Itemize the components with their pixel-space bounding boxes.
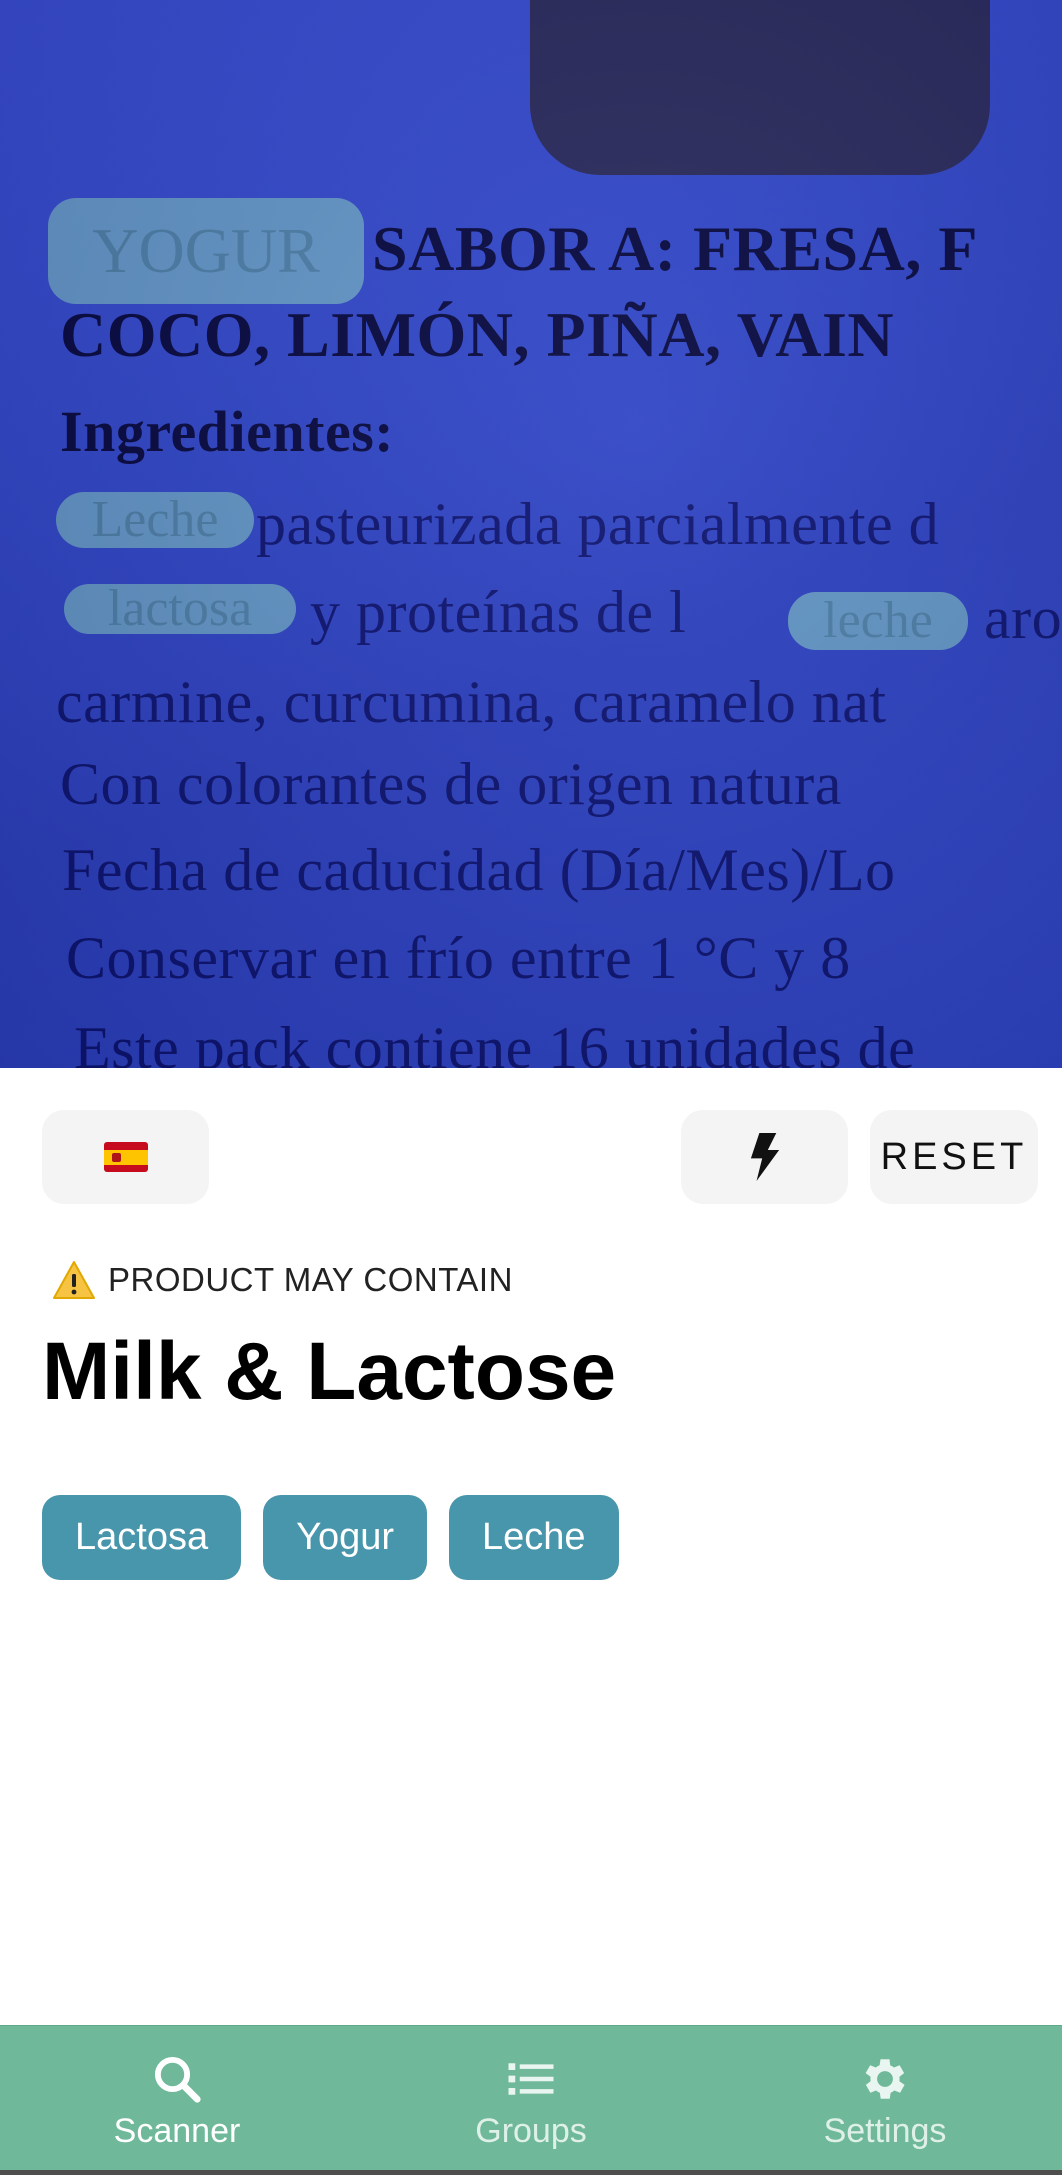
system-nav-line bbox=[0, 2170, 1062, 2175]
ocr-line: SABOR A: FRESA, F bbox=[372, 213, 978, 284]
ocr-line: Fecha de caducidad (Día/Mes)/Lo bbox=[62, 837, 896, 903]
ocr-line: Con colorantes de origen natura bbox=[60, 751, 842, 817]
allergen-highlight[interactable]: YOGUR bbox=[48, 198, 364, 304]
ocr-line: COCO, LIMÓN, PIÑA, VAIN bbox=[60, 299, 895, 370]
nav-label: Scanner bbox=[113, 2111, 241, 2150]
allergen-highlight[interactable]: lactosa bbox=[64, 584, 296, 634]
list-icon bbox=[508, 2062, 554, 2095]
ocr-line: pasteurizada parcialmente d bbox=[256, 491, 940, 557]
ocr-line: Conservar en frío entre 1 °C y 8 bbox=[66, 925, 851, 991]
ocr-line: carmine, curcumina, caramelo nat bbox=[56, 669, 887, 735]
language-button[interactable] bbox=[42, 1110, 209, 1204]
reset-button[interactable]: RESET bbox=[870, 1110, 1038, 1204]
bottom-navigation: Scanner Groups Settings bbox=[0, 2025, 1062, 2175]
ocr-line: aro bbox=[984, 585, 1062, 651]
reset-label: RESET bbox=[880, 1135, 1028, 1178]
allergen-highlight[interactable]: Leche bbox=[56, 492, 254, 548]
gear-icon bbox=[865, 2058, 905, 2099]
highlight-text: Leche bbox=[91, 492, 219, 548]
search-icon bbox=[154, 2056, 201, 2103]
nav-item-settings[interactable]: Settings bbox=[708, 2026, 1062, 2175]
ocr-line: Este pack contiene 16 unidades de bbox=[74, 1015, 916, 1068]
allergen-chips: Lactosa Yogur Leche bbox=[42, 1495, 619, 1580]
allergen-highlight[interactable]: leche bbox=[788, 592, 968, 650]
warning-label: PRODUCT MAY CONTAIN bbox=[108, 1261, 513, 1298]
nav-item-groups[interactable]: Groups bbox=[354, 2026, 708, 2175]
spain-flag-icon bbox=[103, 1142, 148, 1172]
highlight-text: leche bbox=[823, 592, 933, 649]
app-screen: SABOR A: FRESA, F COCO, LIMÓN, PIÑA, VAI… bbox=[0, 0, 1062, 2175]
allergen-chip[interactable]: Lactosa bbox=[42, 1495, 242, 1580]
highlight-text: YOGUR bbox=[92, 215, 320, 286]
flash-icon bbox=[750, 1133, 779, 1181]
ocr-line: Ingredientes: bbox=[60, 399, 395, 464]
flash-button[interactable] bbox=[681, 1110, 848, 1204]
highlight-text: lactosa bbox=[107, 584, 253, 634]
nav-item-scanner[interactable]: Scanner bbox=[0, 2026, 354, 2175]
allergen-group-title: Milk & Lactose bbox=[42, 1326, 617, 1417]
allergen-chip[interactable]: Yogur bbox=[263, 1495, 428, 1580]
allergen-chip[interactable]: Leche bbox=[449, 1495, 619, 1580]
camera-preview[interactable]: SABOR A: FRESA, F COCO, LIMÓN, PIÑA, VAI… bbox=[0, 0, 1062, 1068]
nav-label: Groups bbox=[475, 2111, 587, 2150]
warning-icon bbox=[53, 1261, 95, 1299]
warning-row: PRODUCT MAY CONTAIN bbox=[52, 1260, 513, 1300]
ocr-line: y proteínas de l bbox=[310, 579, 687, 645]
nav-label: Settings bbox=[823, 2111, 947, 2150]
